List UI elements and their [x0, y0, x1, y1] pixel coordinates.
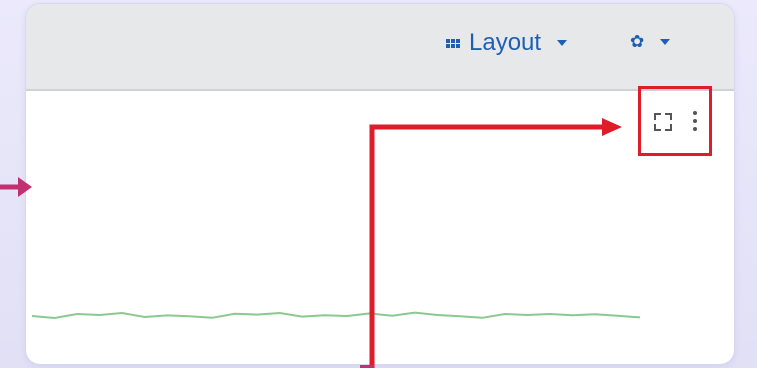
chevron-down-icon: [557, 40, 568, 46]
layout-label: Layout: [469, 29, 542, 56]
top-toolbar: Layout ✿: [26, 4, 734, 91]
expand-icon[interactable]: [654, 113, 672, 131]
kebab-menu-icon[interactable]: [692, 111, 698, 135]
chevron-down-icon: [660, 38, 671, 45]
settings-dropdown-button[interactable]: ✿: [630, 32, 671, 51]
sparkline-series: [31, 311, 641, 320]
sparkline-chart: [31, 311, 641, 320]
gear-icon: ✿: [630, 32, 645, 51]
grid-icon: [446, 38, 460, 48]
dashboard-panel: Layout ✿: [26, 4, 734, 364]
layout-dropdown-button[interactable]: Layout: [446, 29, 568, 57]
panel-tools-highlight: [638, 86, 712, 156]
